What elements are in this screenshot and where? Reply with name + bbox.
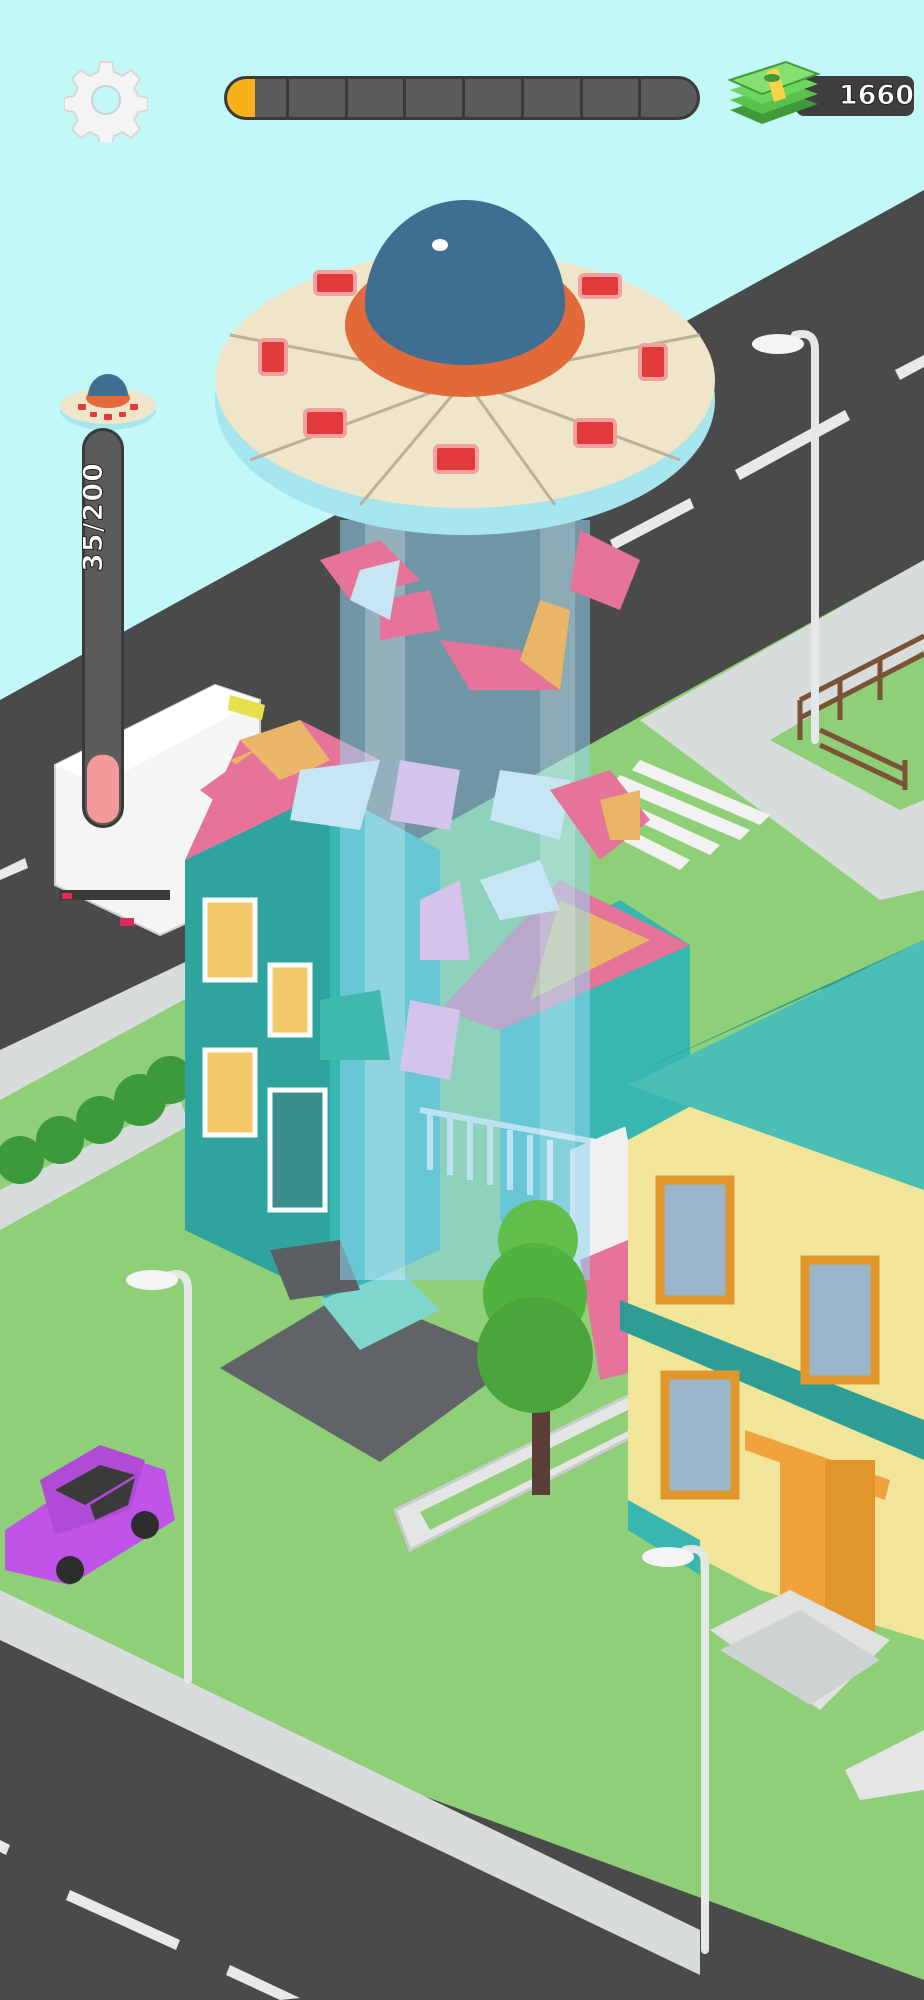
progress-segment-divider — [344, 79, 348, 117]
progress-segment-divider — [462, 79, 465, 117]
capacity-label: 35/200 — [78, 462, 110, 573]
cash-amount: 1660 — [838, 80, 914, 112]
capacity-fill — [87, 754, 119, 823]
gear-icon — [63, 61, 149, 147]
progress-segment-divider — [403, 79, 407, 117]
settings-button[interactable] — [63, 58, 149, 147]
level-progress-bar — [224, 76, 700, 120]
ufo-capacity-meter: 35/200 — [56, 364, 160, 828]
game-scene — [0, 0, 924, 2000]
cash-stack-icon — [727, 60, 821, 124]
progress-segment-divider — [520, 79, 524, 117]
progress-segment-divider — [638, 79, 642, 117]
progress-segment-divider — [579, 79, 583, 117]
cash-counter: 1660 — [726, 56, 918, 136]
progress-segment-divider — [285, 79, 289, 117]
level-progress-fill — [227, 79, 255, 117]
ufo-icon — [60, 374, 156, 430]
